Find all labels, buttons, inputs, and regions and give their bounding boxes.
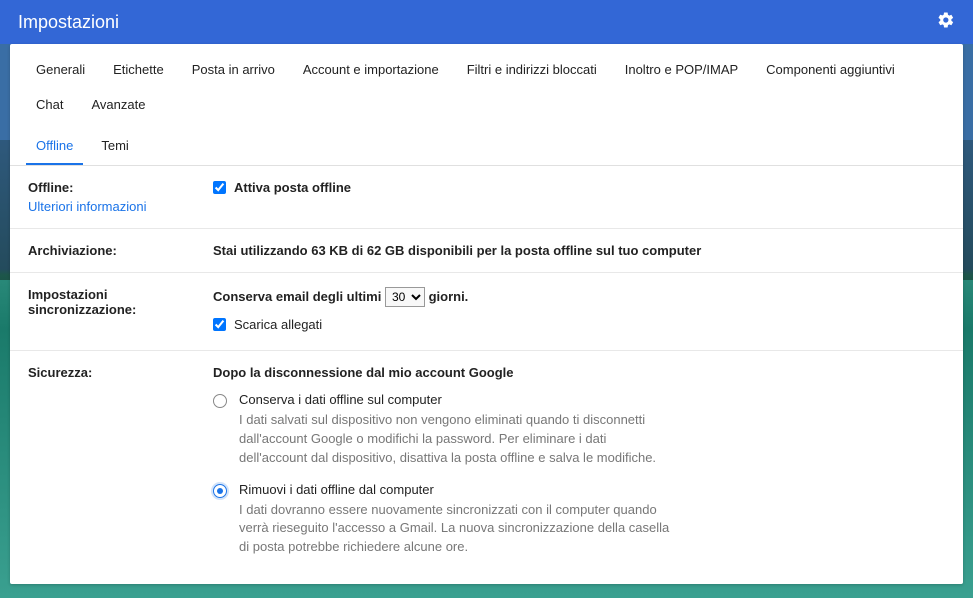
tab-componenti-aggiuntivi[interactable]: Componenti aggiuntivi [756, 54, 905, 89]
settings-tabs: GeneraliEtichettePosta in arrivoAccount … [10, 44, 963, 166]
keep-prefix: Conserva email degli ultimi [213, 289, 381, 304]
tab-filtri-e-indirizzi-bloccati[interactable]: Filtri e indirizzi bloccati [457, 54, 607, 89]
tab-posta-in-arrivo[interactable]: Posta in arrivo [182, 54, 285, 89]
sync-label: Impostazioni sincronizzazione: [28, 287, 136, 317]
tab-offline[interactable]: Offline [26, 130, 83, 165]
tab-etichette[interactable]: Etichette [103, 54, 174, 89]
tab-account-e-importazione[interactable]: Account e importazione [293, 54, 449, 89]
page-title: Impostazioni [18, 12, 119, 33]
days-select[interactable]: 30 [385, 287, 425, 307]
keep-suffix: giorni. [429, 289, 469, 304]
storage-label: Archiviazione: [28, 243, 117, 258]
tab-avanzate[interactable]: Avanzate [81, 89, 155, 124]
security-keep-radio[interactable] [213, 394, 227, 408]
tab-chat[interactable]: Chat [26, 89, 73, 124]
security-label: Sicurezza: [28, 365, 92, 380]
enable-offline-checkbox[interactable] [213, 181, 226, 194]
security-remove-title: Rimuovi i dati offline dal computer [239, 482, 673, 497]
more-info-link[interactable]: Ulteriori informazioni [28, 199, 213, 214]
tab-generali[interactable]: Generali [26, 54, 95, 89]
tab-inoltro-e-pop-imap[interactable]: Inoltro e POP/IMAP [615, 54, 748, 89]
enable-offline-label: Attiva posta offline [234, 180, 351, 195]
security-heading: Dopo la disconnessione dal mio account G… [213, 365, 945, 380]
security-keep-desc: I dati salvati sul dispositivo non vengo… [239, 411, 673, 468]
tab-temi[interactable]: Temi [91, 130, 138, 165]
security-keep-title: Conserva i dati offline sul computer [239, 392, 673, 407]
gear-icon[interactable] [937, 11, 955, 34]
download-attachments-label: Scarica allegati [234, 317, 322, 332]
download-attachments-checkbox[interactable] [213, 318, 226, 331]
security-remove-radio[interactable] [213, 484, 227, 498]
offline-label: Offline: [28, 180, 74, 195]
storage-text: Stai utilizzando 63 KB di 62 GB disponib… [213, 243, 701, 258]
security-remove-desc: I dati dovranno essere nuovamente sincro… [239, 501, 673, 558]
